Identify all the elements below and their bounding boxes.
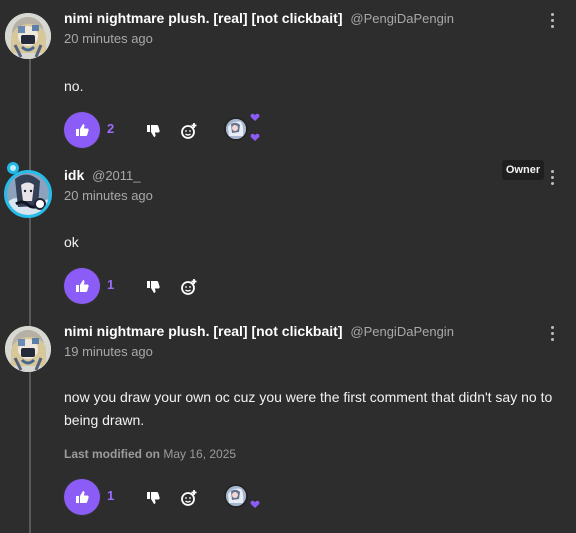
vertical-dots-icon <box>550 337 554 341</box>
plush-avatar-image <box>5 13 51 59</box>
comment-thread: nimi nightmare plush. [real] [not clickb… <box>0 0 576 533</box>
last-modified-date: May 16, 2025 <box>163 447 237 461</box>
comment-header: nimi nightmare plush. [real] [not clickb… <box>64 8 454 28</box>
author-name[interactable]: idk <box>64 167 84 183</box>
comment-text: ok <box>64 234 79 250</box>
thread-connector-line <box>29 52 31 533</box>
thumbs-up-icon <box>76 124 89 136</box>
like-count: 2 <box>107 121 115 136</box>
like-button[interactable] <box>64 112 100 148</box>
comment-timestamp: 20 minutes ago <box>64 188 153 203</box>
creator-reaction-avatar[interactable] <box>224 117 248 141</box>
vertical-dots-icon <box>550 181 554 185</box>
heart-icon <box>250 500 260 508</box>
dislike-button[interactable] <box>142 276 164 298</box>
vertical-dots-icon <box>550 18 554 22</box>
author-handle[interactable]: @2011_ <box>92 168 140 183</box>
author-handle[interactable]: @PengiDaPengin <box>350 11 454 26</box>
creator-reaction-avatar[interactable] <box>224 484 248 508</box>
add-reaction-button[interactable] <box>178 276 200 298</box>
comment-actions: 1 <box>64 479 364 515</box>
comment-actions: 2 <box>64 112 364 148</box>
vertical-dots-icon <box>550 24 554 28</box>
vertical-dots-icon <box>550 12 554 16</box>
vertical-dots-icon <box>550 325 554 329</box>
last-modified-label: Last modified on <box>64 447 160 461</box>
comment-text: no. <box>64 78 84 94</box>
thumbs-up-icon <box>76 280 89 292</box>
more-options-button[interactable] <box>542 8 562 32</box>
thumbs-down-icon <box>147 492 160 504</box>
like-count: 1 <box>107 277 115 292</box>
add-reaction-button[interactable] <box>178 120 200 142</box>
comment-timestamp: 19 minutes ago <box>64 344 153 359</box>
add-reaction-icon <box>181 123 197 139</box>
anime-avatar-image <box>7 173 49 215</box>
like-button[interactable] <box>64 268 100 304</box>
more-options-button[interactable] <box>542 321 562 345</box>
owner-avatar <box>226 119 246 139</box>
add-reaction-icon <box>181 490 197 506</box>
like-button[interactable] <box>64 479 100 515</box>
plush-avatar-image <box>5 326 51 372</box>
dislike-button[interactable] <box>142 487 164 509</box>
heart-icon <box>250 133 260 141</box>
dislike-button[interactable] <box>142 120 164 142</box>
vertical-dots-icon <box>550 169 554 173</box>
like-count: 1 <box>107 488 115 503</box>
comment-header: nimi nightmare plush. [real] [not clickb… <box>64 321 454 341</box>
comment-header: idk @2011_ <box>64 165 141 185</box>
comment-actions: 1 <box>64 268 364 304</box>
owner-badge: Owner <box>502 160 544 180</box>
comment-timestamp: 20 minutes ago <box>64 31 153 46</box>
more-options-button[interactable] <box>542 165 562 189</box>
author-handle[interactable]: @PengiDaPengin <box>350 324 454 339</box>
author-avatar[interactable] <box>5 13 51 59</box>
vertical-dots-icon <box>550 175 554 179</box>
heart-icon <box>250 113 260 121</box>
thumbs-down-icon <box>147 125 160 137</box>
comment-text: now you draw your own oc cuz you were th… <box>64 389 553 428</box>
vertical-dots-icon <box>550 331 554 335</box>
thumbs-up-icon <box>76 491 89 503</box>
add-reaction-button[interactable] <box>178 487 200 509</box>
author-name[interactable]: nimi nightmare plush. [real] [not clickb… <box>64 323 342 339</box>
thumbs-down-icon <box>147 281 160 293</box>
owner-avatar <box>226 486 246 506</box>
last-modified-text: Last modified on May 16, 2025 <box>64 447 236 461</box>
author-avatar[interactable] <box>5 326 51 372</box>
author-avatar[interactable] <box>4 170 52 218</box>
author-name[interactable]: nimi nightmare plush. [real] [not clickb… <box>64 10 342 26</box>
add-reaction-icon <box>181 279 197 295</box>
